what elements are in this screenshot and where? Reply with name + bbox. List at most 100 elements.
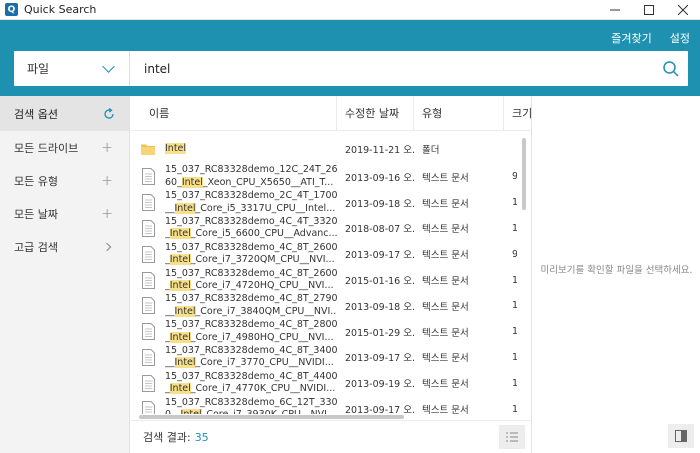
column-header-name[interactable]: 이름 xyxy=(131,95,337,131)
plus-icon: + xyxy=(101,139,113,156)
row-date: 2013-09-17 오... xyxy=(345,405,414,414)
preview-pane: 미리보기를 확인할 파일을 선택하세요. xyxy=(531,96,700,453)
row-icon xyxy=(131,400,165,414)
file-name-line2: _Intel_Core_i7_3720QM_CPU__NVI... xyxy=(165,254,335,266)
match-highlight: Intel xyxy=(169,254,191,266)
file-name-line2: _Intel_Core_i7_4720HQ_CPU__NVI... xyxy=(165,280,334,292)
file-name-line1: 15_037_RC83328demo_4C_8T_2790 xyxy=(165,293,337,305)
table-row[interactable]: 15_037_RC83328demo_12C_24T_26 60_Intel_Xe… xyxy=(131,164,517,190)
row-icon xyxy=(131,271,165,289)
row-date: 2013-09-18 오... xyxy=(345,198,414,210)
column-header-size[interactable]: 크기 xyxy=(504,96,531,131)
row-name: Intel xyxy=(165,142,337,156)
row-date: 2013-09-19 오... xyxy=(345,379,414,391)
file-name-line1: 15_037_RC83328demo_6C_12T_330 xyxy=(165,396,337,408)
row-name: 15_037_RC83328demo_4C_8T_4400 _Intel_Core… xyxy=(165,371,337,396)
maximize-button[interactable] xyxy=(632,0,666,20)
search-input[interactable] xyxy=(130,51,654,86)
table-row[interactable]: 15_037_RC83328demo_4C_8T_3400 __Intel_Cor… xyxy=(131,345,517,371)
table-row[interactable]: Intel 2019-11-21 오... 폴더 xyxy=(131,134,517,164)
row-date: 2015-01-29 오... xyxy=(345,327,414,339)
table-row[interactable]: 15_037_RC83328demo_2C_4T_1700 __Intel_Cor… xyxy=(131,190,517,216)
row-date: 2013-09-16 오... xyxy=(345,172,414,184)
search-options-header: 검색 옵션 xyxy=(0,96,129,131)
search-options-sidebar: 검색 옵션 모든 드라이브 + 모든 유형 + 모든 날짜 + 고급 검색 xyxy=(0,96,130,453)
table-row[interactable]: 15_037_RC83328demo_4C_4T_3320 _Intel_Core… xyxy=(131,216,517,242)
row-icon xyxy=(131,323,165,341)
text-file-icon xyxy=(141,374,155,392)
row-type: 텍스트 문서 xyxy=(422,250,469,262)
row-icon xyxy=(131,348,165,366)
window-controls xyxy=(598,0,700,20)
vertical-scroll-thumb[interactable] xyxy=(522,138,526,210)
file-name-line1: 15_037_RC83328demo_4C_4T_3320 xyxy=(165,215,337,227)
sidebar-item-label: 고급 검색 xyxy=(14,240,58,254)
column-header-date[interactable]: 수정한 날짜 xyxy=(337,95,414,131)
file-name-line2: _Intel_Core_i7_4980HQ_CPU__NVI... xyxy=(165,331,334,343)
column-header-type[interactable]: 유형 xyxy=(414,95,504,131)
chevron-right-icon xyxy=(102,242,112,251)
file-name-line1: Intel xyxy=(165,142,337,156)
file-name-line1: 15_037_RC83328demo_4C_8T_2600 xyxy=(165,241,337,253)
table-row[interactable]: 15_037_RC83328demo_4C_8T_2600 _Intel_Core… xyxy=(131,241,517,267)
favorites-link[interactable]: 즐겨찾기 xyxy=(611,30,651,46)
row-icon xyxy=(131,219,165,237)
folder-icon xyxy=(141,144,155,155)
row-size: 1 KB xyxy=(512,222,517,234)
row-size: 1 KB xyxy=(512,351,517,363)
file-name-line1: 15_037_RC83328demo_12C_24T_26 xyxy=(165,164,337,176)
match-highlight: Intel xyxy=(181,176,203,188)
sidebar-item-types[interactable]: 모든 유형 + xyxy=(0,164,129,197)
minimize-button[interactable] xyxy=(598,0,632,20)
file-name-line1: 15_037_RC83328demo_4C_8T_2800 xyxy=(165,319,337,331)
settings-link[interactable]: 설정 xyxy=(670,30,690,46)
preview-toggle-button[interactable] xyxy=(668,424,694,448)
list-view-button[interactable] xyxy=(499,425,525,449)
row-name: 15_037_RC83328demo_4C_8T_2800 _Intel_Core… xyxy=(165,319,337,344)
row-type: 텍스트 문서 xyxy=(422,276,469,288)
search-icon xyxy=(663,60,679,77)
text-file-icon xyxy=(141,194,155,212)
table-row[interactable]: 15_037_RC83328demo_4C_8T_2600 _Intel_Core… xyxy=(131,267,517,293)
close-icon xyxy=(678,5,688,15)
chevron-down-icon xyxy=(102,60,115,73)
search-bar: 파일 xyxy=(14,51,688,86)
row-type: 텍스트 문서 xyxy=(422,198,469,210)
table-row[interactable]: 15_037_RC83328demo_4C_8T_2790 __Intel_Cor… xyxy=(131,293,517,319)
search-button[interactable] xyxy=(654,51,688,86)
sidebar-item-drives[interactable]: 모든 드라이브 + xyxy=(0,131,129,164)
row-name: 15_037_RC83328demo_4C_4T_3320 _Intel_Core… xyxy=(165,216,337,241)
minimize-icon xyxy=(610,9,620,11)
search-type-select[interactable]: 파일 xyxy=(14,51,130,86)
table-row[interactable]: 15_037_RC83328demo_4C_8T_2800 _Intel_Core… xyxy=(131,319,517,345)
sidebar-item-advanced[interactable]: 고급 검색 xyxy=(0,230,129,263)
vertical-scrollbar[interactable] xyxy=(519,134,529,414)
text-file-icon xyxy=(141,271,155,289)
refresh-icon[interactable] xyxy=(103,107,115,120)
sidebar-item-label: 모든 날짜 xyxy=(14,207,58,221)
search-options-title: 검색 옵션 xyxy=(14,107,58,121)
results-list: Intel 2019-11-21 오... 폴더 15_037_RC83328demo… xyxy=(131,134,517,414)
sidebar-item-dates[interactable]: 모든 날짜 + xyxy=(0,197,129,230)
file-name-line2: __Intel_Core_i7_3770_CPU__NVIDI... xyxy=(165,357,334,369)
row-type: 폴더 xyxy=(422,145,440,156)
plus-icon: + xyxy=(101,205,113,222)
header-links: 즐겨찾기 설정 xyxy=(611,30,690,46)
results-pane: 이름 수정한 날짜 유형 크기 Intel 2019-11-21 오... 폴더 15… xyxy=(131,95,531,453)
text-file-icon xyxy=(141,245,155,263)
row-date: 2013-09-17 오... xyxy=(345,353,414,365)
match-highlight: Intel xyxy=(169,228,191,240)
match-highlight: Intel xyxy=(174,202,196,214)
horizontal-scroll-thumb[interactable] xyxy=(139,415,404,419)
row-date: 2019-11-21 오... xyxy=(345,145,414,156)
row-date: 2018-08-07 오... xyxy=(345,224,414,236)
row-name: 15_037_RC83328demo_2C_4T_1700 __Intel_Cor… xyxy=(165,190,337,215)
column-headers: 이름 수정한 날짜 유형 크기 xyxy=(131,95,531,131)
sidebar-item-label: 모든 유형 xyxy=(14,174,58,188)
table-row[interactable]: 15_037_RC83328demo_6C_12T_3300__Intel_Co… xyxy=(131,396,517,414)
close-button[interactable] xyxy=(666,0,700,20)
row-name: 15_037_RC83328demo_4C_8T_2600 _Intel_Core… xyxy=(165,268,337,293)
plus-icon: + xyxy=(101,172,113,189)
table-row[interactable]: 15_037_RC83328demo_4C_8T_4400 _Intel_Core… xyxy=(131,370,517,396)
file-name-line2: _Intel_Core_i5_6600_CPU__Advanc... xyxy=(165,228,337,240)
